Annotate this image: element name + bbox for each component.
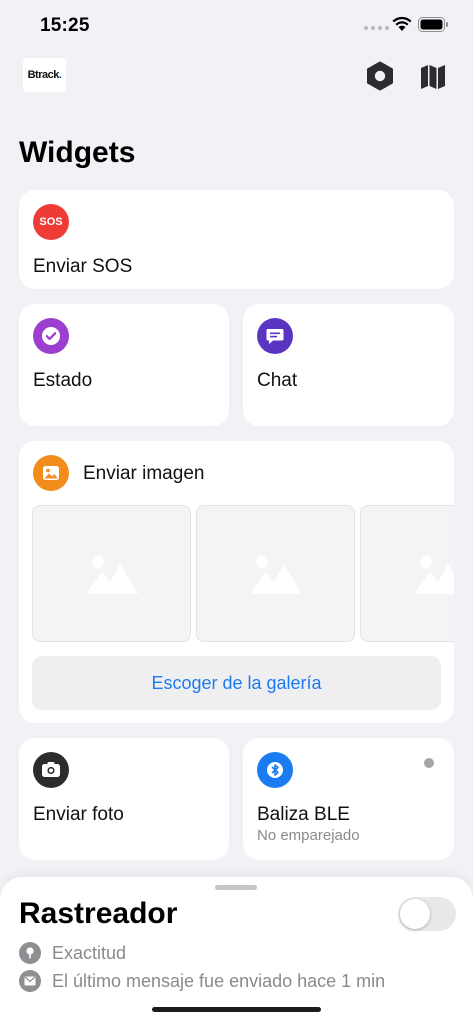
ble-status-dot [424, 758, 434, 768]
check-circle-icon [33, 318, 69, 354]
tracker-title: Rastreador [19, 897, 178, 930]
send-photo-label: Enviar foto [33, 804, 124, 825]
accuracy-label: Exactitud [52, 942, 127, 963]
status-label: Estado [33, 370, 93, 391]
wifi-icon [392, 16, 412, 31]
chat-bubble-icon [257, 318, 293, 354]
app-logo: Btrack. [23, 58, 66, 92]
logo-text: Btrack [27, 69, 60, 81]
tracker-toggle[interactable] [398, 897, 456, 931]
send-sos-label: Enviar SOS [33, 256, 133, 277]
choose-from-gallery-button[interactable]: Escoger de la galería [32, 656, 441, 710]
image-placeholder-icon [249, 555, 302, 594]
ble-beacon-label: Baliza BLE [257, 804, 350, 825]
tracker-sheet[interactable]: Rastreador Exactitud El último mensaje f… [0, 877, 473, 1024]
send-sos-widget[interactable]: SOS Enviar SOS [19, 190, 454, 289]
bluetooth-icon [257, 752, 293, 788]
sos-icon: SOS [33, 204, 69, 240]
image-placeholder-icon [413, 555, 454, 594]
chat-label: Chat [257, 370, 298, 391]
hexagon-gear-icon [367, 61, 393, 91]
send-photo-widget[interactable]: Enviar foto [19, 738, 229, 860]
ble-beacon-status: No emparejado [257, 827, 360, 844]
sheet-grabber[interactable] [215, 885, 257, 890]
home-indicator [152, 1007, 321, 1012]
envelope-icon [19, 970, 41, 992]
map-icon [421, 65, 445, 89]
chat-widget[interactable]: Chat [243, 304, 454, 426]
image-placeholder-icon [85, 555, 138, 594]
top-bar: Btrack. [0, 56, 473, 96]
photo-icon [33, 455, 69, 491]
image-thumbnails[interactable] [32, 505, 454, 642]
logo-text-accent: . [58, 69, 62, 81]
settings-button[interactable] [365, 61, 395, 91]
send-image-label: Enviar imagen [83, 463, 205, 484]
last-message-label: El último mensaje fue enviado hace 1 min [52, 970, 386, 991]
image-thumbnail[interactable] [32, 505, 191, 642]
image-thumbnail[interactable] [360, 505, 454, 642]
status-widget[interactable]: Estado [19, 304, 229, 426]
map-button[interactable] [418, 61, 448, 91]
last-message-row: El último mensaje fue enviado hace 1 min [19, 970, 385, 992]
toggle-knob [400, 899, 430, 929]
location-pin-icon [19, 942, 41, 964]
status-bar: 15:25 [0, 0, 473, 50]
battery-icon [418, 17, 448, 32]
cellular-signal-icon [364, 26, 389, 30]
image-thumbnail[interactable] [196, 505, 355, 642]
accuracy-row: Exactitud [19, 942, 126, 964]
page-title: Widgets [19, 136, 136, 169]
camera-icon [33, 752, 69, 788]
status-time: 15:25 [40, 15, 90, 36]
send-image-widget: Enviar imagen Escoger de la galería [19, 441, 454, 723]
ble-beacon-widget[interactable]: Baliza BLE No emparejado [243, 738, 454, 860]
